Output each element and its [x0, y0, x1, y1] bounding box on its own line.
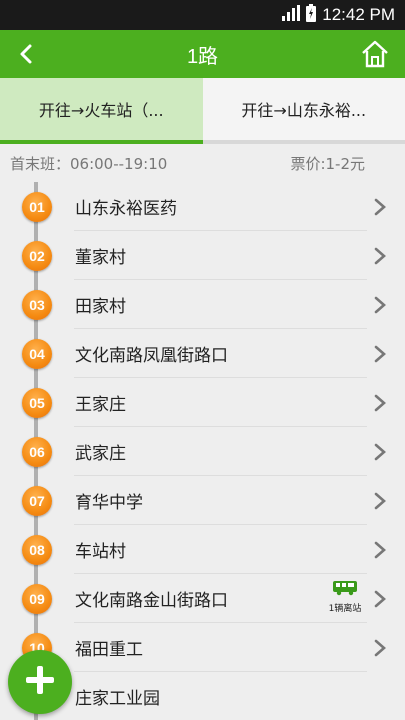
- list-item[interactable]: 02 董家村: [0, 231, 405, 280]
- status-bar: 12:42 PM: [0, 0, 405, 30]
- stop-name: 车站村: [75, 542, 126, 562]
- app-bar: 1路: [0, 30, 405, 78]
- signal-icon: [282, 4, 301, 26]
- list-item[interactable]: 05 王家庄: [0, 378, 405, 427]
- list-item[interactable]: 06 武家庄: [0, 427, 405, 476]
- stop-name: 文化南路金山街路口: [75, 591, 228, 611]
- status-time: 12:42 PM: [322, 5, 395, 24]
- bus-indicator: 1辆离站: [325, 580, 365, 614]
- list-item[interactable]: 09 文化南路金山街路口 1辆离站: [0, 574, 405, 623]
- chevron-right-icon: [373, 197, 387, 217]
- fare-text: 票价:1-2元: [290, 154, 365, 173]
- chevron-right-icon: [373, 393, 387, 413]
- schedule-text: 首末班：06:00--19:10: [10, 154, 168, 173]
- back-arrow-icon[interactable]: [12, 38, 44, 70]
- tab-label: 开往→火车站（...: [38, 101, 164, 120]
- page-title: 1路: [186, 45, 219, 68]
- stop-number: 03: [22, 289, 52, 320]
- chevron-right-icon: [373, 295, 387, 315]
- stop-number: 02: [22, 240, 52, 271]
- plus-icon: [23, 663, 57, 701]
- stop-name: 庄家工业园: [75, 689, 160, 709]
- list-item[interactable]: 04 文化南路凤凰街路口: [0, 329, 405, 378]
- stop-number: 04: [22, 338, 52, 369]
- stop-name: 文化南路凤凰街路口: [75, 346, 228, 366]
- stop-name: 王家庄: [75, 395, 126, 415]
- stop-number: 08: [22, 534, 52, 565]
- stop-name: 山东永裕医药: [75, 199, 177, 219]
- list-item[interactable]: 08 车站村: [0, 525, 405, 574]
- stop-number: 07: [22, 485, 52, 516]
- stop-number: 09: [22, 583, 52, 614]
- stop-name: 董家村: [75, 248, 126, 268]
- chevron-right-icon: [373, 442, 387, 462]
- stop-list: 01 山东永裕医药 02 董家村 03 田家村 04 文化南路凤凰街路口 05 …: [0, 182, 405, 720]
- chevron-right-icon: [373, 246, 387, 266]
- tab-direction-1[interactable]: 开往→火车站（...: [0, 78, 203, 144]
- stop-name: 福田重工: [75, 640, 143, 660]
- chevron-right-icon: [373, 589, 387, 609]
- route-info: 首末班：06:00--19:10 票价:1-2元: [0, 144, 405, 182]
- chevron-right-icon: [373, 344, 387, 364]
- stop-number: 06: [22, 436, 52, 467]
- add-button[interactable]: [8, 650, 72, 714]
- direction-tabs: 开往→火车站（... 开往→山东永裕...: [0, 78, 405, 144]
- list-item[interactable]: 01 山东永裕医药: [0, 182, 405, 231]
- stop-name: 田家村: [75, 297, 126, 317]
- tab-direction-2[interactable]: 开往→山东永裕...: [202, 78, 405, 144]
- list-item[interactable]: 03 田家村: [0, 280, 405, 329]
- chevron-right-icon: [373, 540, 387, 560]
- stop-name: 武家庄: [75, 444, 126, 464]
- chevron-right-icon: [373, 638, 387, 658]
- home-icon[interactable]: [359, 38, 391, 70]
- battery-icon: [306, 3, 317, 27]
- stop-name: 育华中学: [75, 493, 143, 513]
- stop-number: 01: [22, 191, 52, 222]
- tab-label: 开往→山东永裕...: [241, 101, 367, 120]
- bus-label: 1辆离站: [328, 604, 362, 614]
- list-item[interactable]: 07 育华中学: [0, 476, 405, 525]
- chevron-right-icon: [373, 491, 387, 511]
- bus-icon: [332, 581, 358, 600]
- stop-number: 05: [22, 387, 52, 418]
